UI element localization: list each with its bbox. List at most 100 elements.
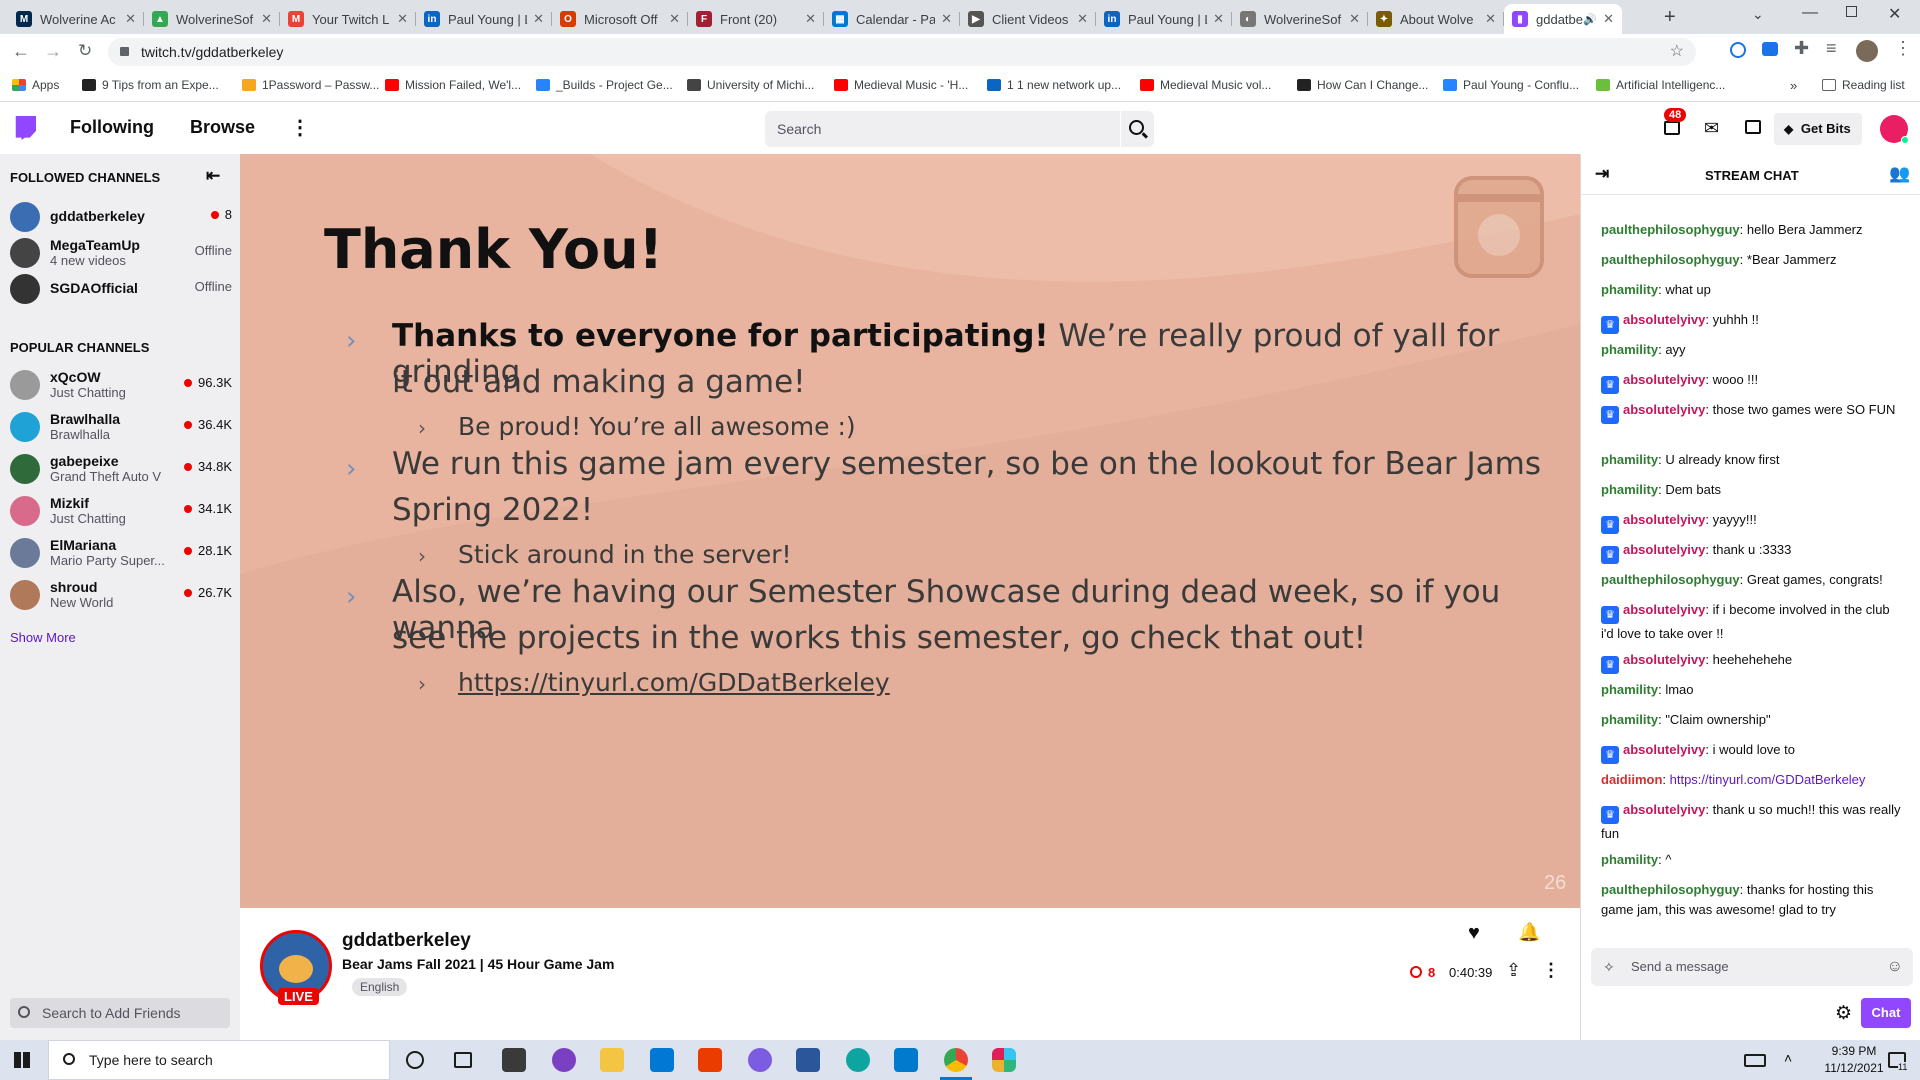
subscriber-badge-icon[interactable]: ♛ [1601, 656, 1619, 674]
close-tab-icon[interactable]: ✕ [533, 11, 544, 27]
chat-username[interactable]: absolutelyivy [1623, 312, 1705, 327]
taskbar-search-input[interactable]: Type here to search [48, 1040, 390, 1080]
close-tab-icon[interactable]: ✕ [261, 11, 272, 27]
bookmark-item[interactable]: Medieval Music - 'H... [834, 78, 968, 92]
apps-shortcut[interactable]: Apps [12, 78, 59, 92]
chat-username[interactable]: absolutelyivy [1623, 742, 1705, 757]
chat-username[interactable]: phamility [1601, 282, 1658, 297]
chat-username[interactable]: phamility [1601, 482, 1658, 497]
new-tab-icon[interactable]: + [1664, 6, 1676, 29]
chat-username[interactable]: paulthephilosophyguy [1601, 882, 1740, 897]
share-icon[interactable]: ⇪ [1506, 960, 1521, 981]
chat-username[interactable]: paulthephilosophyguy [1601, 252, 1740, 267]
sidebar-channel-item[interactable]: Mizkif Just Chatting 34.1K [10, 492, 232, 530]
browser-tab[interactable]: ▶ Client Videos ✕ [960, 4, 1096, 34]
mail-icon[interactable] [650, 1048, 674, 1072]
extension-icon[interactable] [1762, 42, 1778, 56]
show-hidden-icons[interactable]: ˄ [1784, 1050, 1792, 1066]
slack-icon[interactable] [992, 1048, 1016, 1072]
subscriber-badge-icon[interactable]: ♛ [1601, 376, 1619, 394]
sidebar-channel-item[interactable]: Brawlhalla Brawlhalla 36.4K [10, 408, 232, 446]
chat-username[interactable]: absolutelyivy [1623, 652, 1705, 667]
office-icon[interactable] [698, 1048, 722, 1072]
chat-username[interactable]: absolutelyivy [1623, 512, 1705, 527]
github-desktop-icon[interactable] [552, 1048, 576, 1072]
bookmark-item[interactable]: Artificial Intelligenc... [1596, 78, 1725, 92]
bookmark-item[interactable]: 9 Tips from an Expe... [82, 78, 219, 92]
subscriber-badge-icon[interactable]: ♛ [1601, 746, 1619, 764]
subscriber-badge-icon[interactable]: ♛ [1601, 316, 1619, 334]
bookmark-item[interactable]: Mission Failed, We'l... [385, 78, 521, 92]
address-bar[interactable]: twitch.tv/gddatberkeley ☆ [108, 38, 1696, 66]
nav-browse[interactable]: Browse [190, 117, 255, 138]
chat-username[interactable]: phamility [1601, 452, 1658, 467]
cortana-icon[interactable] [406, 1051, 424, 1069]
media-icon[interactable]: ≡ [1826, 38, 1837, 59]
follow-heart-icon[interactable]: ♥ [1468, 922, 1480, 945]
twitch-logo-icon[interactable] [15, 116, 36, 140]
sidebar-channel-item[interactable]: gabepeixe Grand Theft Auto V 34.8K [10, 450, 232, 488]
show-more-link[interactable]: Show More [10, 630, 76, 645]
search-button[interactable] [1120, 111, 1154, 147]
whispers-icon[interactable]: ✉ [1704, 118, 1719, 139]
chat-link[interactable]: https://tinyurl.com/GDDatBerkeley [1670, 772, 1866, 787]
close-tab-icon[interactable]: ✕ [1349, 11, 1360, 27]
close-window-icon[interactable]: ✕ [1888, 4, 1901, 24]
bookmark-item[interactable]: University of Michi... [687, 78, 814, 92]
notifications-icon[interactable] [1664, 121, 1680, 135]
nav-following[interactable]: Following [70, 117, 154, 138]
browser-tab[interactable]: F Front (20) ✕ [688, 4, 824, 34]
more-options-icon[interactable]: ⋮ [290, 115, 310, 140]
bookmark-item[interactable]: How Can I Change... [1297, 78, 1428, 92]
collapse-sidebar-icon[interactable]: ⇤ [206, 166, 220, 186]
search-input[interactable]: Search [765, 111, 1120, 147]
keyboard-icon[interactable] [1744, 1054, 1766, 1067]
clock-date[interactable]: 11/12/2021 [1818, 1061, 1890, 1075]
sidebar-channel-item[interactable]: shroud New World 26.7K [10, 576, 232, 614]
store-icon[interactable] [502, 1048, 526, 1072]
browser-tab[interactable]: ▮ gddatbe 🔊 ✕ [1504, 4, 1622, 34]
chat-username[interactable]: daidiimon [1601, 772, 1662, 787]
collapse-chat-icon[interactable]: ⇥ [1595, 164, 1609, 184]
tab-audio-icon[interactable]: 🔊 [1583, 13, 1597, 26]
browser-tab[interactable]: ✦ About Wolve ✕ [1368, 4, 1504, 34]
notification-bell-icon[interactable]: 🔔 [1518, 922, 1540, 943]
vscode-icon[interactable] [894, 1048, 918, 1072]
more-bookmarks-icon[interactable]: » [1790, 78, 1797, 93]
sidebar-channel-item[interactable]: SGDAOfficial Offline [10, 270, 232, 308]
sidebar-channel-item[interactable]: ElMariana Mario Party Super... 28.1K [10, 534, 232, 572]
bookmark-item[interactable]: Paul Young - Conflu... [1443, 78, 1579, 92]
chat-settings-icon[interactable]: ⚙ [1835, 1002, 1852, 1025]
chrome-icon[interactable] [944, 1048, 968, 1072]
close-tab-icon[interactable]: ✕ [1603, 11, 1614, 27]
subscriber-badge-icon[interactable]: ♛ [1601, 516, 1619, 534]
reload-icon[interactable]: ↻ [78, 41, 92, 61]
subscriber-badge-icon[interactable]: ♛ [1601, 406, 1619, 424]
channel-name[interactable]: gddatberkeley [342, 930, 471, 952]
minimize-icon[interactable]: — [1802, 4, 1818, 22]
emote-picker-icon[interactable]: ☺ [1887, 948, 1903, 986]
maximize-icon[interactable] [1846, 6, 1857, 17]
edge-icon[interactable] [846, 1048, 870, 1072]
bookmark-item[interactable]: 1 1 new network up... [987, 78, 1121, 92]
sidebar-channel-item[interactable]: xQcOW Just Chatting 96.3K [10, 366, 232, 404]
chat-username[interactable]: absolutelyivy [1623, 402, 1705, 417]
video-player[interactable]: Thank You! › Thanks to everyone for part… [240, 154, 1580, 908]
friends-search-input[interactable]: Search to Add Friends [10, 998, 230, 1028]
bookmark-star-icon[interactable]: ☆ [1670, 38, 1684, 66]
subscriber-badge-icon[interactable]: ♛ [1601, 606, 1619, 624]
close-tab-icon[interactable]: ✕ [1077, 11, 1088, 27]
get-bits-button[interactable]: ◆ Get Bits [1774, 113, 1862, 145]
browser-tab[interactable]: ▦ Calendar - Pa ✕ [824, 4, 960, 34]
chat-username[interactable]: absolutelyivy [1623, 372, 1705, 387]
community-icon[interactable]: 👥 [1889, 164, 1910, 184]
browser-tab[interactable]: ▲ WolverineSof ✕ [144, 4, 280, 34]
chat-username[interactable]: absolutelyivy [1623, 542, 1705, 557]
subscriber-badge-icon[interactable]: ♛ [1601, 546, 1619, 564]
chat-username[interactable]: phamility [1601, 852, 1658, 867]
bookmark-item[interactable]: _Builds - Project Ge... [536, 78, 673, 92]
more-menu-icon[interactable]: ⋮ [1894, 38, 1912, 59]
discord-icon[interactable] [748, 1048, 772, 1072]
browser-tab[interactable]: O Microsoft Off ✕ [552, 4, 688, 34]
reading-list[interactable]: Reading list [1822, 78, 1905, 92]
